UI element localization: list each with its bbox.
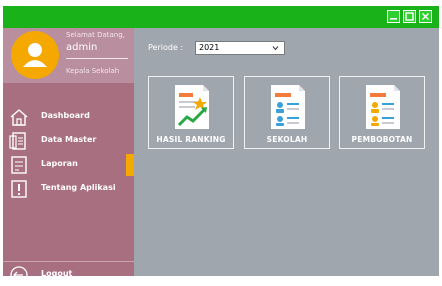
sidebar-item-label: Data Master [41,135,97,144]
sidebar-item-data-master[interactable]: Data Master [3,130,134,152]
home-icon [10,109,28,126]
active-indicator [126,154,134,176]
maximize-button[interactable] [403,10,416,23]
sekolah-tile[interactable]: SEKOLAH [244,76,330,149]
school-report-icon [271,85,305,129]
user-panel: Selamat Datang, admin Kepala Sekolah [3,28,134,83]
sidebar-item-tentang-aplikasi[interactable]: Tentang Aplikasi [3,178,134,200]
user-avatar-icon [11,31,59,79]
hasil-ranking-tile[interactable]: HASIL RANKING [148,76,234,149]
close-icon [421,12,430,21]
sidebar: Selamat Datang, admin Kepala Sekolah Das… [3,28,134,284]
logout-icon [10,266,28,284]
minimize-button[interactable] [387,10,400,23]
maximize-icon [405,12,414,21]
info-icon [11,180,27,198]
pembobotan-tile[interactable]: PEMBOBOTAN [339,76,425,149]
chevron-down-icon [272,46,279,51]
report-icon [11,156,27,174]
ranking-chart-icon [175,85,209,129]
periode-selected-value: 2021 [199,43,220,52]
logout-label: Logout [41,269,73,278]
minimize-icon [390,18,397,20]
weighting-report-icon [366,85,400,129]
app-window: Selamat Datang, admin Kepala Sekolah Das… [3,6,439,284]
periode-label: Periode : [148,43,184,52]
greeting-text: Selamat Datang, [66,31,125,39]
sidebar-item-label: Laporan [41,159,78,168]
sidebar-item-dashboard[interactable]: Dashboard [3,106,134,128]
close-button[interactable] [419,10,432,23]
document-icon [9,132,26,150]
main-content: Periode : 2021 HASIL RANKING SEKOLAH PEM… [134,28,439,276]
tile-label: HASIL RANKING [156,135,226,144]
sidebar-item-laporan[interactable]: Laporan [3,154,134,176]
tile-label: PEMBOBOTAN [351,135,413,144]
divider [66,58,128,59]
sidebar-item-label: Dashboard [41,111,90,120]
sidebar-item-label: Tentang Aplikasi [41,183,116,192]
tile-label: SEKOLAH [266,135,308,144]
username: admin [66,42,98,53]
title-bar[interactable] [3,6,439,28]
divider [3,261,134,262]
user-role: Kepala Sekolah [66,67,120,75]
periode-select[interactable]: 2021 [195,41,285,55]
logout-button[interactable]: Logout [3,264,134,286]
